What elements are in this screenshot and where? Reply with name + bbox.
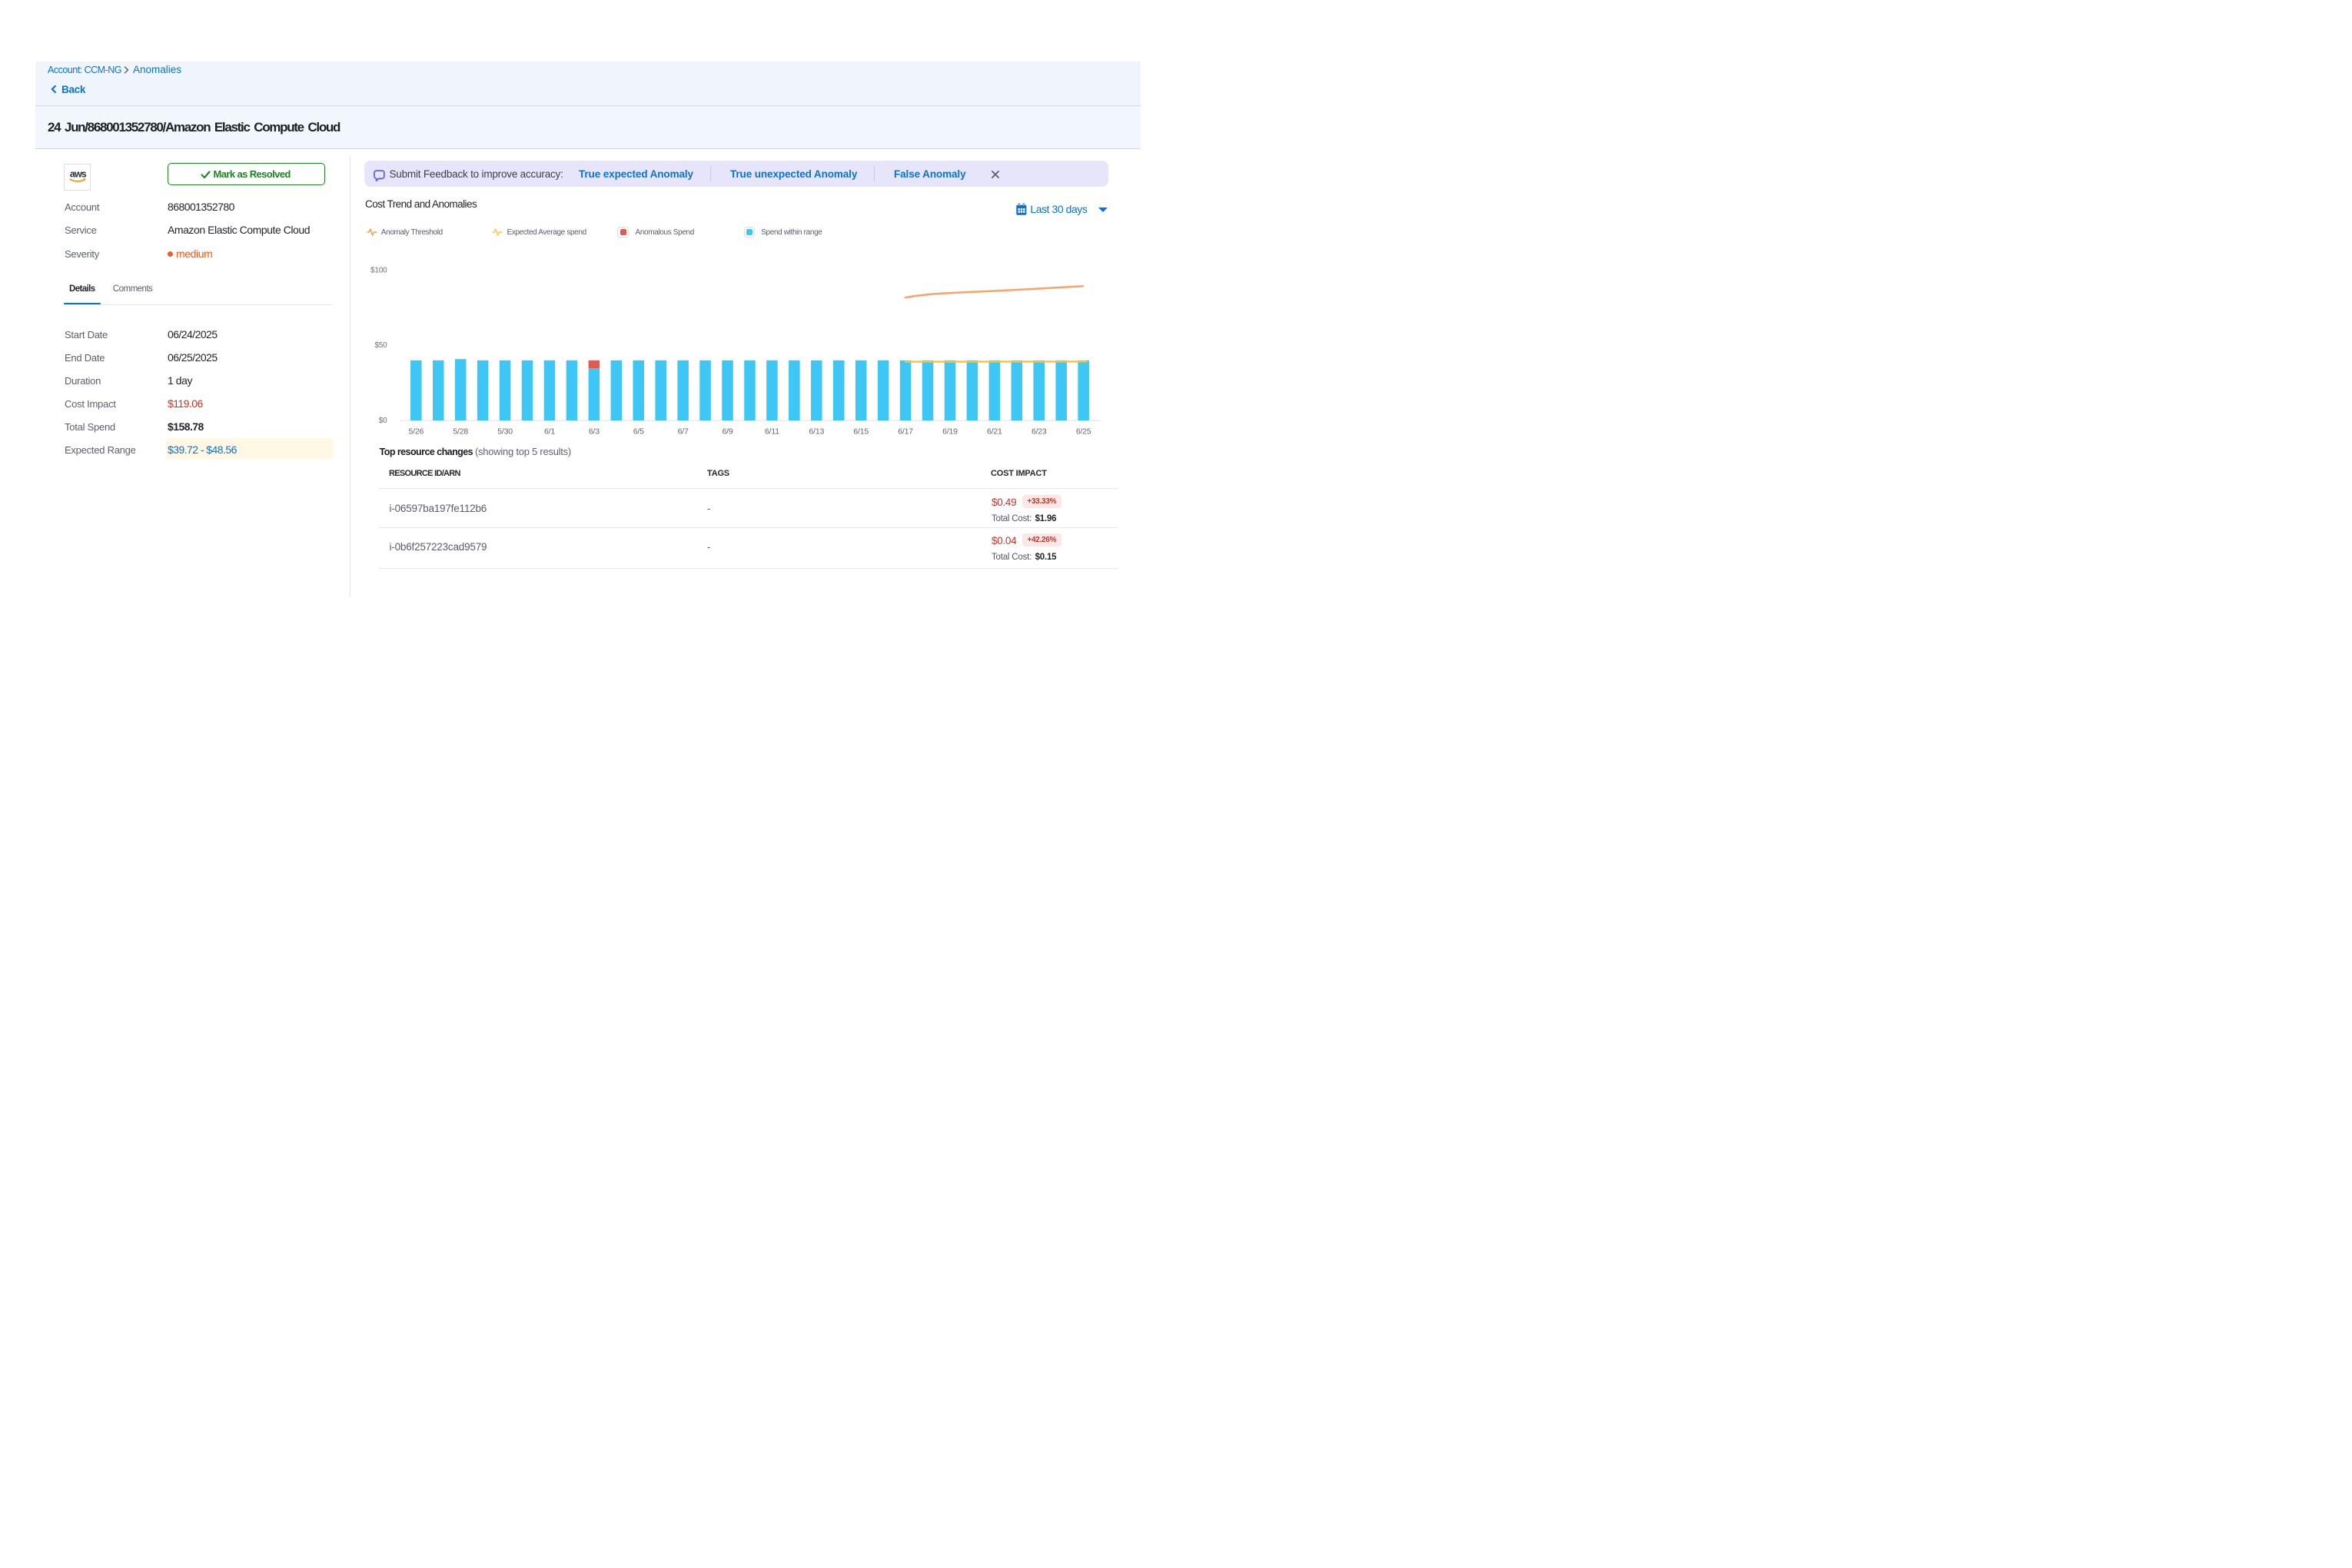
svg-text:6/15: 6/15 [853, 427, 869, 437]
svg-text:$50: $50 [374, 341, 387, 350]
svg-text:6/11: 6/11 [765, 427, 779, 437]
svg-text:6/19: 6/19 [942, 427, 958, 437]
svg-text:6/7: 6/7 [678, 427, 689, 437]
svg-text:aws: aws [70, 169, 87, 180]
svg-text:$0: $0 [379, 417, 387, 425]
svg-text:5/26: 5/26 [408, 427, 424, 437]
svg-text:5/28: 5/28 [453, 427, 468, 437]
svg-text:6/13: 6/13 [809, 427, 824, 437]
svg-text:5/30: 5/30 [497, 427, 513, 437]
svg-text:6/5: 6/5 [633, 427, 644, 437]
svg-text:6/3: 6/3 [589, 427, 600, 437]
svg-text:6/17: 6/17 [898, 427, 913, 437]
svg-text:6/25: 6/25 [1076, 427, 1091, 437]
svg-text:6/9: 6/9 [723, 427, 733, 437]
svg-text:$100: $100 [370, 266, 387, 274]
svg-text:6/23: 6/23 [1031, 427, 1047, 437]
svg-text:6/21: 6/21 [987, 427, 1002, 437]
svg-text:6/1: 6/1 [544, 427, 555, 437]
